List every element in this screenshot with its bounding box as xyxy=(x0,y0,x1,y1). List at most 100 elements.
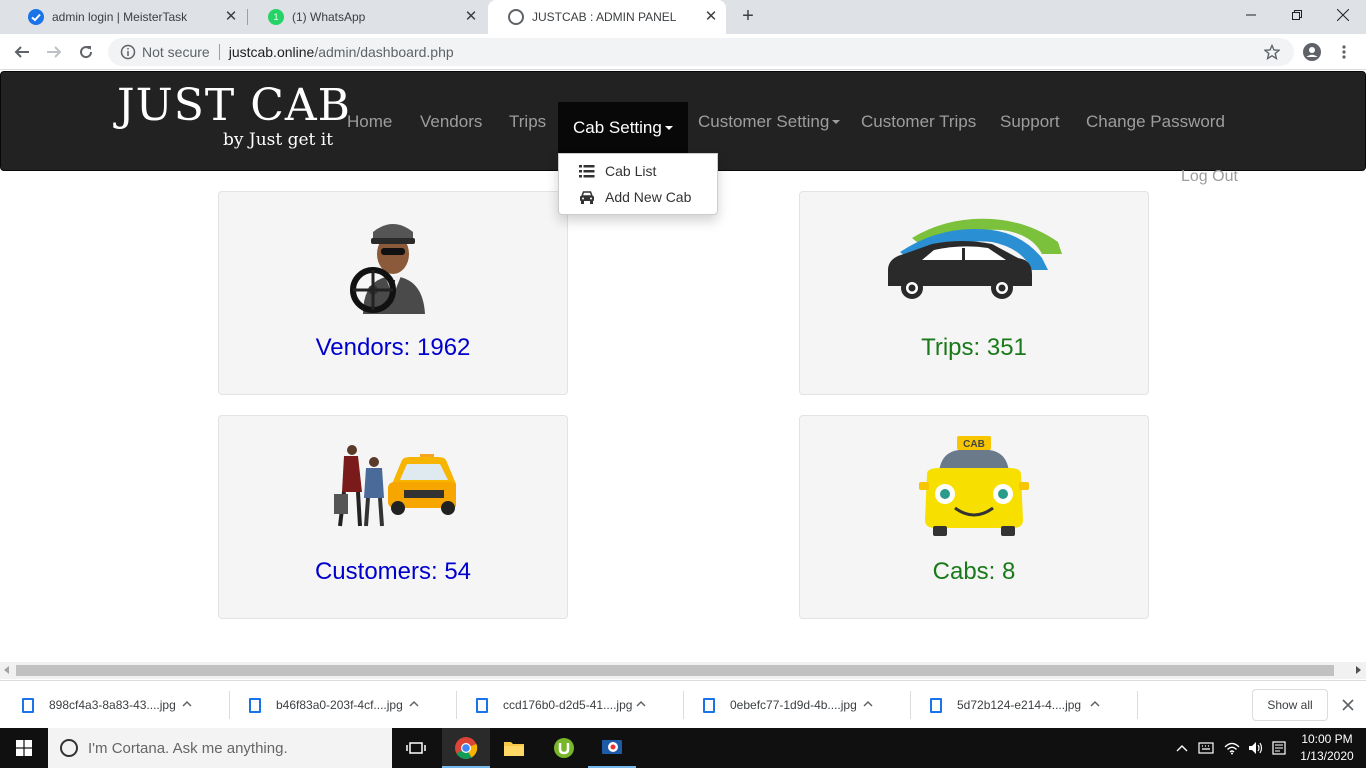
windows-start-icon[interactable] xyxy=(0,728,48,768)
windows-taskbar: I'm Cortana. Ask me anything. 10:00 PM 1… xyxy=(0,728,1366,768)
browser-toolbar: Not secure justcab.online/admin/dashboar… xyxy=(0,34,1366,70)
scrollbar-thumb[interactable] xyxy=(16,665,1334,676)
download-item[interactable]: b46f83a0-203f-4cf....jpg xyxy=(227,681,453,729)
reload-icon[interactable] xyxy=(74,40,98,64)
download-filename: ccd176b0-d2d5-41....jpg xyxy=(503,698,633,712)
image-file-icon xyxy=(249,697,261,713)
image-file-icon xyxy=(476,697,488,713)
close-tab-icon[interactable]: ✕ xyxy=(464,9,478,24)
image-file-icon xyxy=(703,697,715,713)
trips-card[interactable]: Trips: 351 xyxy=(799,191,1149,395)
volume-icon[interactable] xyxy=(1248,728,1264,768)
justcab-logo[interactable]: JUST CAB by Just get it xyxy=(117,80,351,151)
show-all-button[interactable]: Show all xyxy=(1252,689,1328,721)
nav-cab-setting-label: Cab Setting xyxy=(573,118,662,137)
chevron-up-icon[interactable] xyxy=(1088,697,1102,711)
tab-title: (1) WhatsApp xyxy=(292,10,366,24)
smiling-cab-icon: CAB xyxy=(919,436,1029,536)
wifi-icon[interactable] xyxy=(1224,728,1240,768)
nav-customer-trips[interactable]: Customer Trips xyxy=(861,72,976,172)
download-item[interactable]: 5d72b124-e214-4....jpg xyxy=(908,681,1134,729)
utorrent-icon[interactable] xyxy=(540,728,588,768)
minimize-icon[interactable] xyxy=(1228,0,1274,30)
back-arrow-icon[interactable] xyxy=(10,40,34,64)
cortana-search-box[interactable]: I'm Cortana. Ask me anything. xyxy=(48,728,392,768)
keyboard-icon[interactable] xyxy=(1198,728,1214,768)
customers-count[interactable]: Customers: 54 xyxy=(219,558,567,586)
scroll-left-icon[interactable] xyxy=(4,666,9,674)
close-shelf-icon[interactable] xyxy=(1340,697,1356,713)
cabs-card[interactable]: CAB Cabs: 8 xyxy=(799,415,1149,619)
new-tab-icon[interactable]: + xyxy=(738,6,758,26)
nav-cab-setting[interactable]: Cab Setting xyxy=(558,102,688,154)
dropdown-item-add-new-cab[interactable]: Add New Cab xyxy=(579,189,691,205)
chevron-up-icon[interactable] xyxy=(634,697,648,711)
close-tab-icon[interactable]: ✕ xyxy=(224,9,238,24)
info-icon[interactable] xyxy=(120,44,136,60)
download-filename: 5d72b124-e214-4....jpg xyxy=(957,698,1082,712)
nav-home[interactable]: Home xyxy=(347,72,392,172)
action-center-icon[interactable] xyxy=(1272,728,1286,768)
chrome-taskbar-icon[interactable] xyxy=(442,728,490,768)
nav-support[interactable]: Support xyxy=(1000,72,1060,172)
logo-main-text: JUST CAB xyxy=(117,80,351,131)
clock-date: 1/13/2020 xyxy=(1300,749,1354,763)
tab-meistertask[interactable]: admin login | MeisterTask ✕ xyxy=(8,0,246,34)
show-hidden-icons-icon[interactable] xyxy=(1176,728,1188,768)
close-window-icon[interactable] xyxy=(1320,0,1366,30)
omnibox-divider xyxy=(218,44,220,60)
profile-avatar-icon[interactable] xyxy=(1300,40,1324,64)
browser-tab-strip: admin login | MeisterTask ✕ 1 (1) WhatsA… xyxy=(0,0,1366,34)
nav-trips[interactable]: Trips xyxy=(509,72,546,172)
remote-app-icon[interactable] xyxy=(588,728,636,768)
trips-count[interactable]: Trips: 351 xyxy=(800,334,1148,362)
download-item[interactable]: ccd176b0-d2d5-41....jpg xyxy=(454,681,680,729)
chevron-up-icon[interactable] xyxy=(180,697,194,711)
download-shelf: 898cf4a3-8a83-43....jpg b46f83a0-203f-4c… xyxy=(0,680,1366,728)
meistertask-favicon-icon xyxy=(28,9,44,25)
task-view-icon[interactable] xyxy=(392,728,440,768)
horizontal-scrollbar[interactable] xyxy=(0,662,1366,679)
tab-title: admin login | MeisterTask xyxy=(52,10,188,24)
dropdown-item-cab-list[interactable]: Cab List xyxy=(579,163,656,179)
bookmark-star-icon[interactable] xyxy=(1260,40,1284,64)
close-tab-icon[interactable]: ✕ xyxy=(704,9,718,24)
nav-change-password[interactable]: Change Password xyxy=(1086,72,1225,172)
download-filename: b46f83a0-203f-4cf....jpg xyxy=(276,698,403,712)
cortana-icon xyxy=(60,739,78,757)
scroll-right-icon[interactable] xyxy=(1356,666,1361,674)
tab-justcab[interactable]: JUSTCAB : ADMIN PANEL ✕ xyxy=(488,0,726,34)
nav-vendors[interactable]: Vendors xyxy=(420,72,482,172)
download-item[interactable]: 0ebefc77-1d9d-4b....jpg xyxy=(681,681,907,729)
cab-sign-text: CAB xyxy=(963,439,985,450)
forward-arrow-icon[interactable] xyxy=(42,40,66,64)
taxi-icon xyxy=(580,190,594,204)
file-explorer-icon[interactable] xyxy=(490,728,538,768)
taskbar-clock[interactable]: 10:00 PM 1/13/2020 xyxy=(1292,731,1362,765)
dropdown-item-label: Cab List xyxy=(605,163,657,179)
cars-icon xyxy=(888,218,1062,299)
dropdown-item-label: Add New Cab xyxy=(605,189,692,205)
tab-whatsapp[interactable]: 1 (1) WhatsApp ✕ xyxy=(248,0,486,34)
nav-customer-setting[interactable]: Customer Setting xyxy=(698,72,841,172)
nav-log-out[interactable]: Log Out xyxy=(1181,168,1238,186)
caret-down-icon xyxy=(664,126,673,130)
address-bar[interactable]: Not secure justcab.online/admin/dashboar… xyxy=(108,38,1294,66)
globe-favicon-icon xyxy=(508,9,524,25)
cortana-placeholder: I'm Cortana. Ask me anything. xyxy=(88,739,288,757)
customers-card[interactable]: Customers: 54 xyxy=(218,415,568,619)
chrome-menu-icon[interactable] xyxy=(1332,40,1356,64)
security-label: Not secure xyxy=(142,44,210,60)
nav-customer-setting-label: Customer Setting xyxy=(698,112,830,131)
vendors-card[interactable]: Vendors: 1962 xyxy=(218,191,568,395)
url-path: /admin/dashboard.php xyxy=(314,44,454,60)
image-file-icon xyxy=(930,697,942,713)
vendors-count[interactable]: Vendors: 1962 xyxy=(219,334,567,362)
cabs-count[interactable]: Cabs: 8 xyxy=(800,558,1148,586)
chevron-up-icon[interactable] xyxy=(407,697,421,711)
chevron-up-icon[interactable] xyxy=(861,697,875,711)
cab-setting-dropdown: Cab List Add New Cab xyxy=(558,153,718,215)
download-item[interactable]: 898cf4a3-8a83-43....jpg xyxy=(0,681,226,729)
restore-icon[interactable] xyxy=(1274,0,1320,30)
tab-title: JUSTCAB : ADMIN PANEL xyxy=(532,10,677,24)
